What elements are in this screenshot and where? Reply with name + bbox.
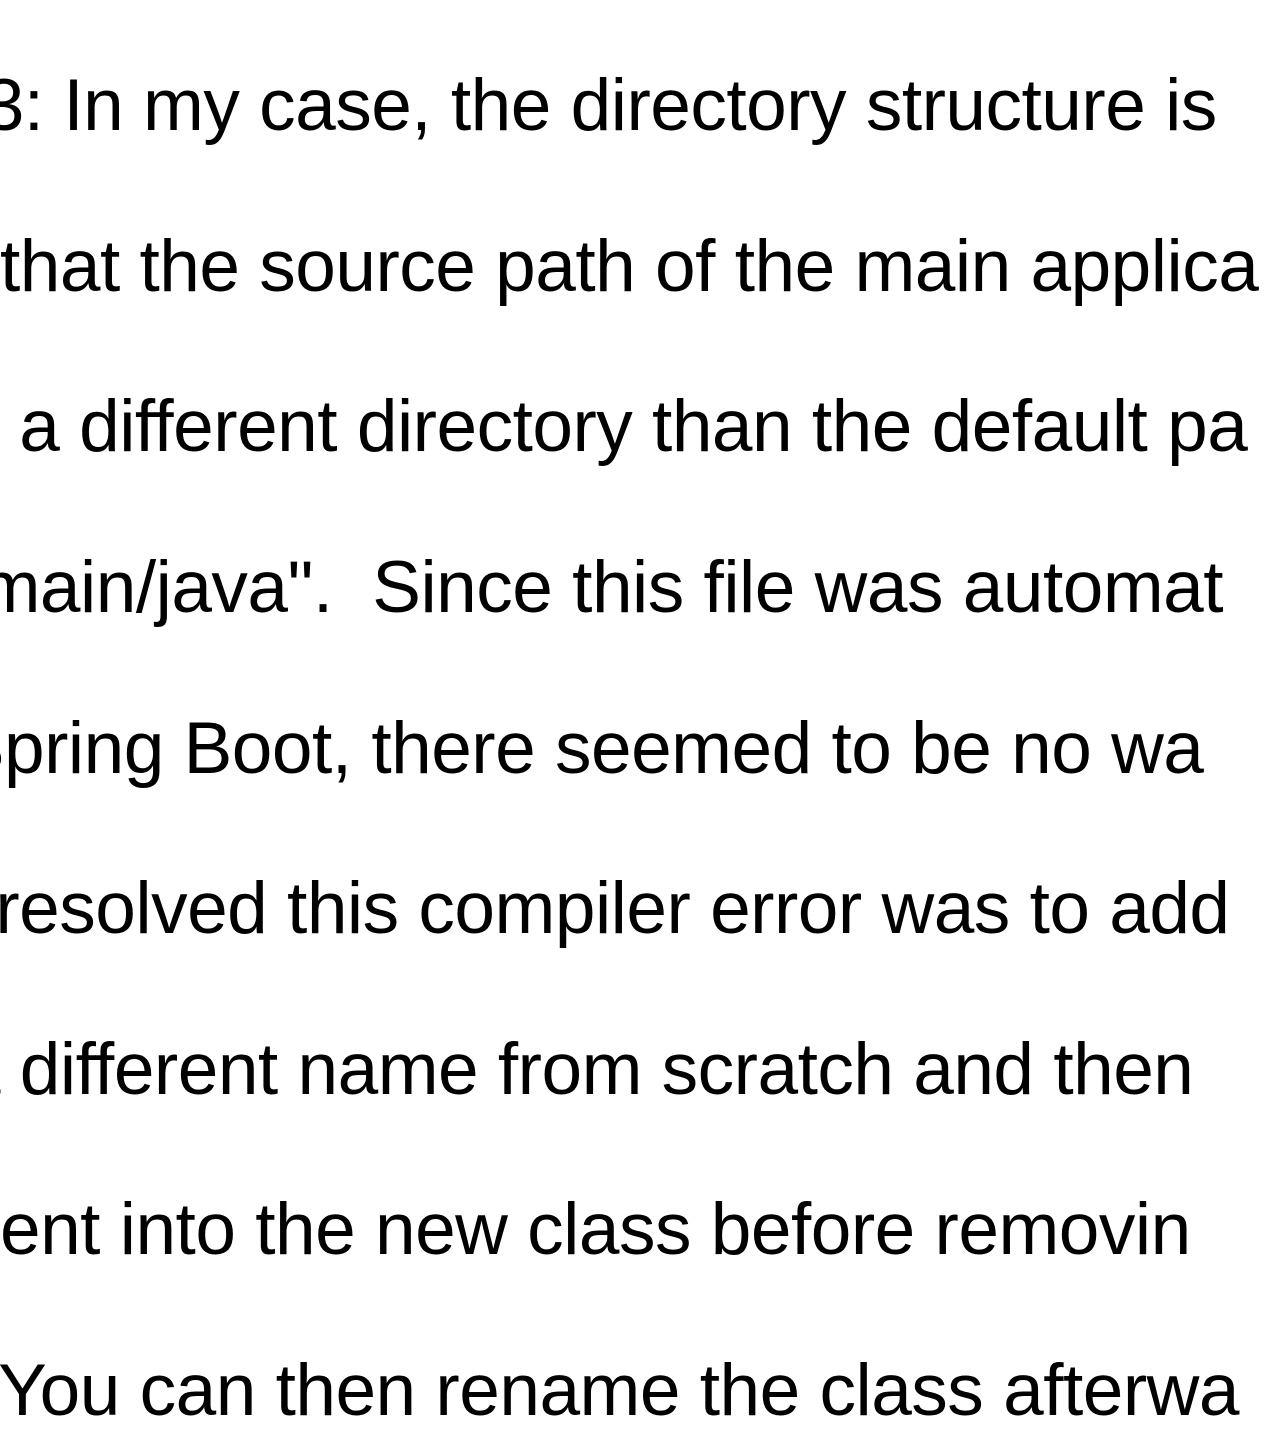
text-line: e. You can then rename the class afterwa xyxy=(0,1351,1258,1431)
text-line: er 3: In my case, the directory structur… xyxy=(0,66,1258,146)
text-line: g a different name from scratch and then xyxy=(0,1030,1258,1110)
text-line: to a different directory than the defaul… xyxy=(0,387,1258,467)
text-line: y Spring Boot, there seemed to be no wa xyxy=(0,709,1258,789)
text-line: be that the source path of the main appl… xyxy=(0,227,1258,307)
text-line: ontent into the new class before removin xyxy=(0,1190,1258,1270)
document-text-block: er 3: In my case, the directory structur… xyxy=(0,0,1258,1440)
text-line: rc/main/java". Since this file was autom… xyxy=(0,548,1258,628)
text-line: y I resolved this compiler error was to … xyxy=(0,869,1258,949)
